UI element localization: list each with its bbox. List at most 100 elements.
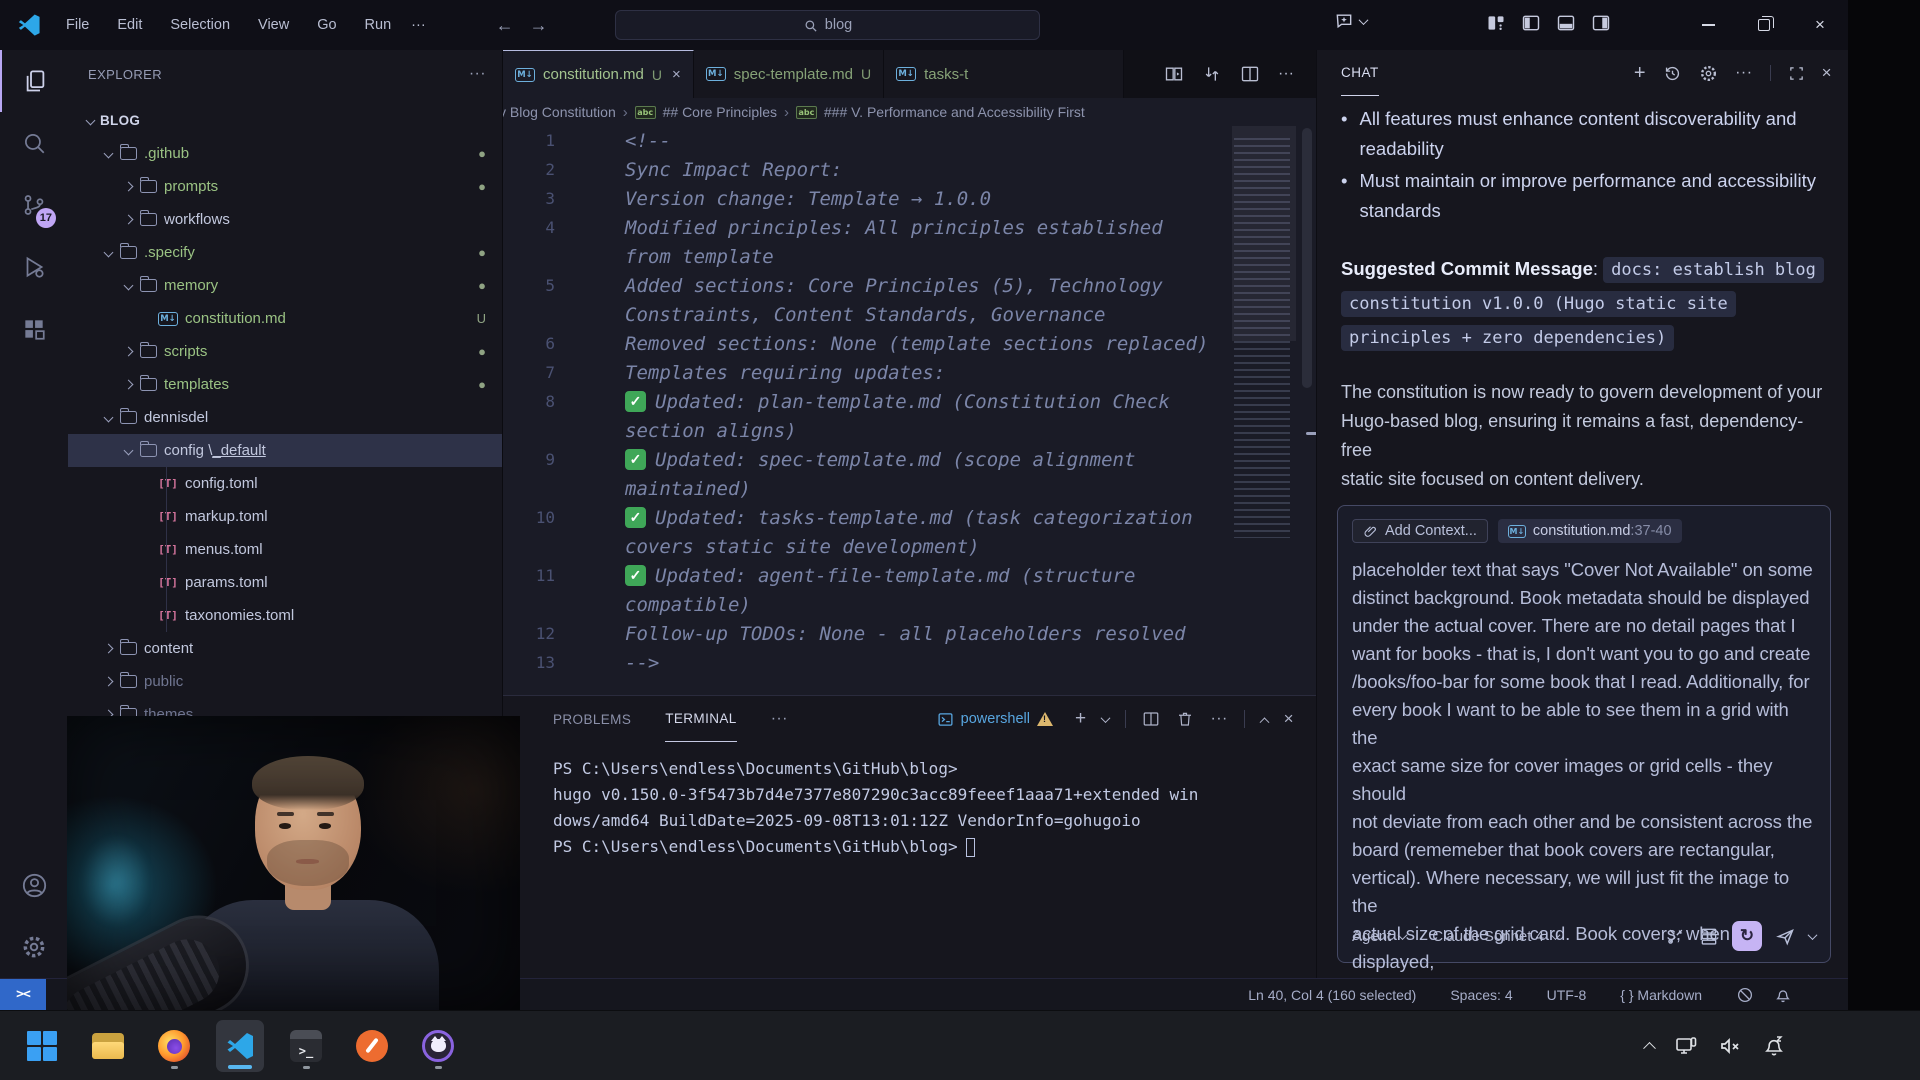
split-terminal-icon[interactable] <box>1142 710 1160 728</box>
explorer-item[interactable]: config \ _default <box>68 434 502 467</box>
breadcrumb[interactable]: y Blog Constitution › abc ## Core Princi… <box>503 98 1316 126</box>
explorer-item[interactable]: scripts ● <box>68 335 502 368</box>
more-actions-button[interactable]: ··· <box>1278 65 1294 83</box>
context-attachment-pill[interactable]: M↓ constitution.md:37-40 <box>1498 519 1682 543</box>
terminal-more-actions-button[interactable]: ··· <box>1210 710 1227 728</box>
toggle-sidebar-right-icon[interactable] <box>1591 13 1611 33</box>
chat-settings-gear-icon[interactable] <box>1699 64 1718 83</box>
customize-layout-icon[interactable] <box>1486 13 1506 33</box>
code-editor[interactable]: 1 <!-- 2 Sync Impact Report: 3 Version c… <box>503 126 1203 746</box>
kill-terminal-trash-icon[interactable] <box>1176 710 1194 728</box>
explorer-item[interactable]: constitution.md U <box>68 302 502 335</box>
explorer-item[interactable]: public <box>68 665 502 698</box>
explorer-item[interactable]: .github ● <box>68 137 502 170</box>
utility-app-button[interactable] <box>348 1020 396 1072</box>
mode-picker[interactable]: Agent <box>1352 928 1406 945</box>
menu-more-button[interactable]: ··· <box>401 12 436 38</box>
minimize-button[interactable] <box>1680 0 1736 50</box>
account-button[interactable] <box>0 854 68 916</box>
explorer-activity-button[interactable] <box>0 50 68 112</box>
explorer-item[interactable]: prompts ● <box>68 170 502 203</box>
explorer-item[interactable]: config.toml <box>68 467 502 500</box>
language-mode-status[interactable]: { } Markdown <box>1620 987 1702 1003</box>
expand-chat-icon[interactable] <box>1788 65 1805 82</box>
maximize-panel-chevron-icon[interactable] <box>1259 717 1269 727</box>
close-window-button[interactable]: × <box>1792 0 1848 50</box>
breadcrumb-segment[interactable]: ### V. Performance and Accessibility Fir… <box>824 104 1085 120</box>
volume-muted-icon[interactable] <box>1718 1034 1742 1058</box>
vscode-button[interactable] <box>216 1020 264 1072</box>
indentation-status[interactable]: Spaces: 4 <box>1450 987 1512 1003</box>
settings-button[interactable] <box>0 916 68 978</box>
explorer-item[interactable]: BLOG <box>68 104 502 137</box>
explorer-item[interactable]: taxonomies.toml <box>68 599 502 632</box>
close-panel-button[interactable]: × <box>1284 709 1294 729</box>
split-editor-icon[interactable] <box>1240 64 1260 84</box>
menu-item[interactable]: Go <box>307 12 346 38</box>
add-context-button[interactable]: Add Context... <box>1352 519 1488 543</box>
markdown-preview-icon[interactable] <box>1164 64 1184 84</box>
close-chat-button[interactable]: × <box>1822 63 1832 83</box>
remote-indicator[interactable]: >< <box>0 979 46 1011</box>
tab-tasks-template[interactable]: M↓ tasks-t <box>884 50 1124 98</box>
windows-terminal-button[interactable]: >_ <box>282 1020 330 1072</box>
voice-dictation-button[interactable]: ↻ <box>1732 921 1762 951</box>
notifications-bell-icon[interactable] <box>1774 986 1792 1004</box>
explorer-item[interactable]: markup.toml <box>68 500 502 533</box>
toggle-panel-icon[interactable] <box>1556 13 1576 33</box>
chat-history-icon[interactable] <box>1663 64 1682 83</box>
tab-spec-template[interactable]: M↓ spec-template.md U <box>694 50 884 98</box>
chat-input-box[interactable]: Add Context... M↓ constitution.md:37-40 … <box>1337 505 1831 963</box>
menu-item[interactable]: Run <box>355 12 402 38</box>
terminal-tab[interactable]: TERMINAL <box>665 696 736 742</box>
compare-changes-icon[interactable] <box>1202 64 1222 84</box>
explorer-item[interactable]: workflows <box>68 203 502 236</box>
copilot-disabled-icon[interactable] <box>1736 986 1754 1004</box>
terminal-profiles-chevron-icon[interactable] <box>1101 713 1111 723</box>
problems-tab[interactable]: PROBLEMS <box>553 696 631 742</box>
send-options-chevron-icon[interactable] <box>1808 930 1818 940</box>
tools-icon[interactable] <box>1666 926 1686 946</box>
explorer-actions-button[interactable]: ··· <box>469 65 486 83</box>
explorer-item[interactable]: templates ● <box>68 368 502 401</box>
notifications-dnd-icon[interactable] <box>1762 1034 1786 1058</box>
menu-item[interactable]: File <box>56 12 99 38</box>
search-activity-button[interactable] <box>0 112 68 174</box>
queue-list-icon[interactable] <box>1699 926 1719 946</box>
menu-item[interactable]: Selection <box>160 12 240 38</box>
close-tab-icon[interactable]: × <box>672 66 681 83</box>
explorer-item[interactable]: menus.toml <box>68 533 502 566</box>
minimap-slider[interactable] <box>1232 126 1296 341</box>
source-control-activity-button[interactable]: 17 <box>0 174 68 236</box>
chat-more-actions-button[interactable]: ··· <box>1735 64 1752 82</box>
back-button[interactable]: ← <box>496 15 514 36</box>
github-desktop-button[interactable] <box>414 1020 462 1072</box>
command-center-search[interactable]: blog <box>615 10 1040 40</box>
maximize-restore-button[interactable] <box>1736 0 1792 50</box>
file-explorer-button[interactable] <box>84 1020 132 1072</box>
encoding-status[interactable]: UTF-8 <box>1547 987 1587 1003</box>
extensions-activity-button[interactable] <box>0 298 68 360</box>
terminal-output[interactable]: PS C:\Users\endless\Documents\GitHub\blo… <box>503 742 1316 860</box>
menu-item[interactable]: View <box>248 12 299 38</box>
editor-scrollbar[interactable] <box>1300 126 1314 746</box>
forward-button[interactable]: → <box>530 15 548 36</box>
new-chat-button[interactable]: + <box>1634 62 1646 85</box>
new-terminal-button[interactable]: + <box>1075 708 1087 730</box>
menu-item[interactable]: Edit <box>107 12 152 38</box>
display-device-icon[interactable] <box>1674 1034 1698 1058</box>
explorer-item[interactable]: .specify ● <box>68 236 502 269</box>
breadcrumb-segment[interactable]: y Blog Constitution <box>503 104 616 120</box>
tab-constitution[interactable]: M↓ constitution.md U × <box>503 50 694 98</box>
start-button[interactable] <box>18 1020 66 1072</box>
send-icon[interactable] <box>1775 926 1796 947</box>
cursor-position-status[interactable]: Ln 40, Col 4 (160 selected) <box>1248 987 1416 1003</box>
shell-selector[interactable]: powershell ! <box>937 711 1053 728</box>
firefox-button[interactable] <box>150 1020 198 1072</box>
explorer-item[interactable]: memory ● <box>68 269 502 302</box>
explorer-item[interactable]: dennisdel <box>68 401 502 434</box>
breadcrumb-segment[interactable]: ## Core Principles <box>663 104 777 120</box>
chat-tab[interactable]: CHAT <box>1341 50 1379 96</box>
model-picker[interactable]: Claude Sonnet 4 <box>1432 928 1559 945</box>
panel-more-tabs-button[interactable]: ··· <box>771 710 788 728</box>
